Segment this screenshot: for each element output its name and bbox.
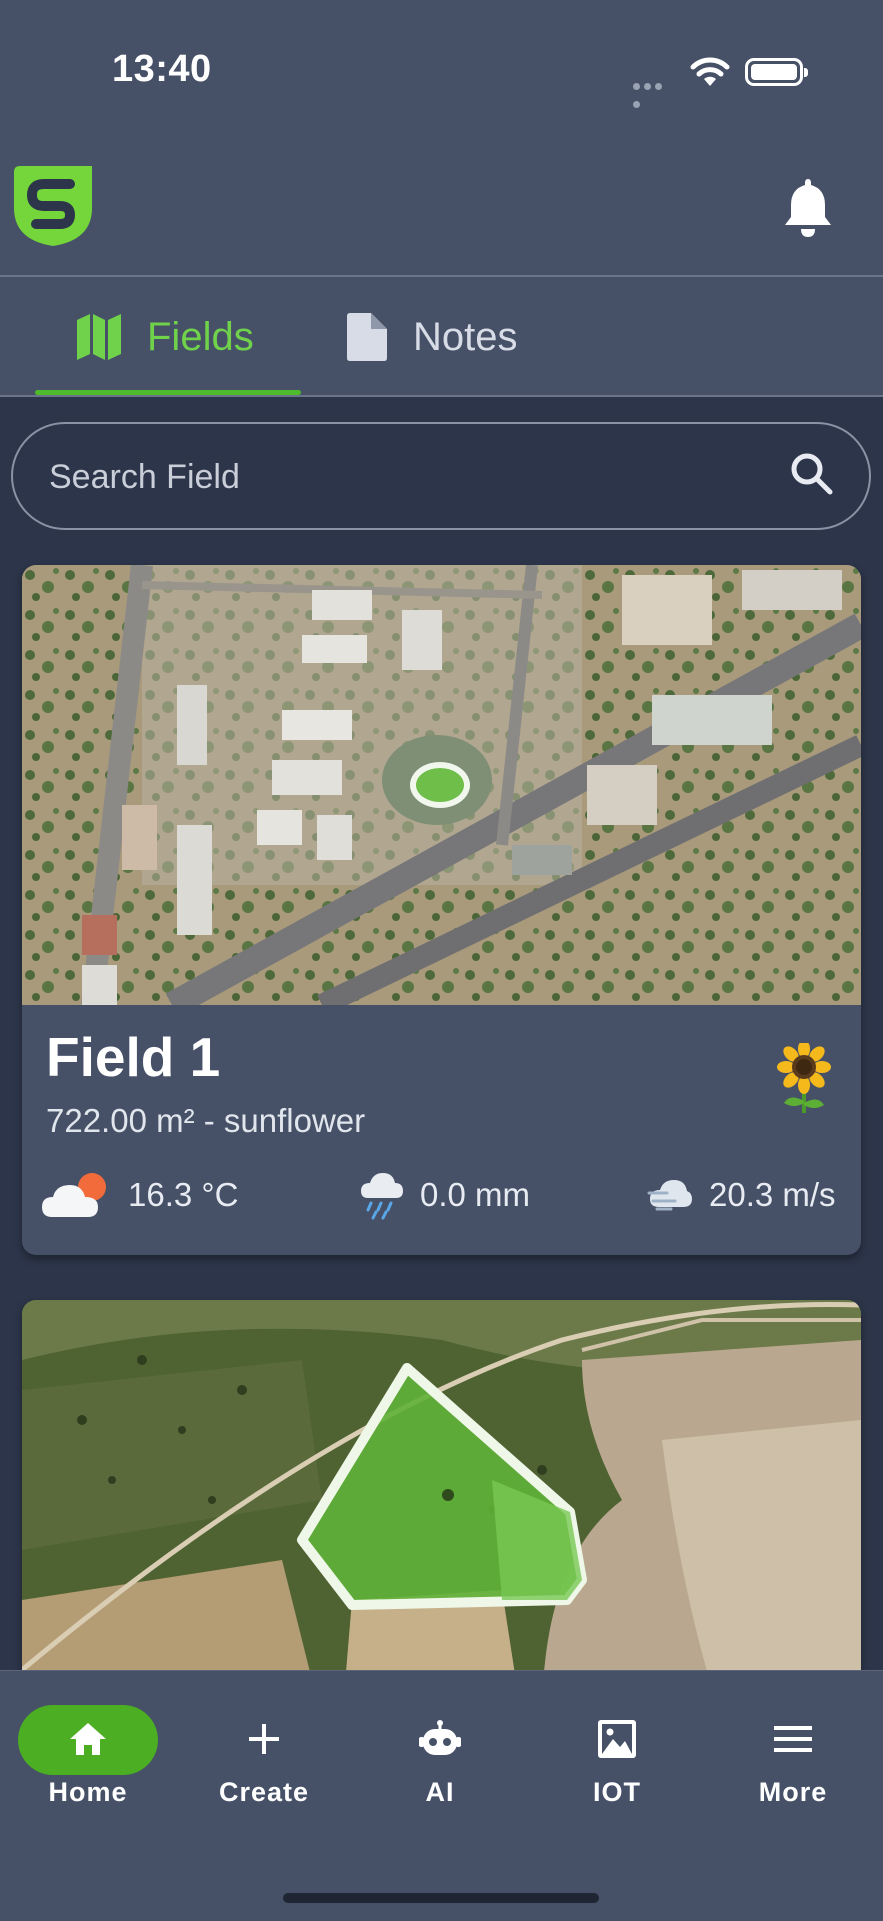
nav-create[interactable]: Create bbox=[184, 1695, 344, 1815]
nav-more[interactable]: More bbox=[713, 1695, 873, 1815]
app-logo-icon[interactable] bbox=[10, 162, 96, 248]
field-card[interactable]: Field 1 722.00 m² - sunflower 16.3 °C 0.… bbox=[22, 565, 861, 1255]
map-icon bbox=[77, 314, 121, 360]
search-bar bbox=[11, 422, 871, 530]
nav-home[interactable]: Home bbox=[8, 1695, 168, 1815]
partly-cloudy-icon bbox=[42, 1173, 106, 1217]
wind-icon bbox=[647, 1180, 692, 1211]
home-indicator bbox=[283, 1893, 599, 1903]
wifi-icon bbox=[690, 57, 730, 86]
temperature-value: 16.3 °C bbox=[128, 1176, 239, 1213]
sunflower-icon bbox=[777, 1043, 831, 1113]
nav-iot[interactable]: IOT bbox=[537, 1695, 697, 1815]
field-area-crop: 722.00 m² - sunflower bbox=[46, 1102, 366, 1139]
nav-create-label: Create bbox=[218, 1777, 310, 1807]
weather-temperature: 16.3 °C bbox=[40, 1165, 238, 1225]
field-satellite-map[interactable] bbox=[22, 1300, 861, 1720]
field-satellite-map[interactable] bbox=[22, 565, 861, 1005]
bottom-navigation: Home Create AI IOT More bbox=[0, 1670, 883, 1921]
nav-more-label: More bbox=[758, 1777, 828, 1807]
bell-icon[interactable] bbox=[780, 175, 836, 239]
document-icon bbox=[347, 313, 387, 361]
tab-fields-label: Fields bbox=[147, 314, 254, 359]
tab-bar: Fields Notes bbox=[0, 277, 883, 396]
image-icon bbox=[598, 1720, 636, 1758]
tab-notes[interactable]: Notes bbox=[343, 307, 518, 367]
rain-cloud-icon bbox=[361, 1173, 403, 1220]
tabs-divider bbox=[0, 395, 883, 397]
tab-notes-label: Notes bbox=[413, 314, 518, 359]
menu-icon bbox=[774, 1726, 812, 1752]
precipitation-value: 0.0 mm bbox=[420, 1176, 531, 1213]
top-bar: 13:40 bbox=[0, 0, 883, 276]
status-time: 13:40 bbox=[112, 48, 212, 90]
robot-icon bbox=[419, 1720, 461, 1755]
nav-ai[interactable]: AI bbox=[360, 1695, 520, 1815]
nav-home-label: Home bbox=[48, 1777, 128, 1807]
weather-wind: 20.3 m/s bbox=[647, 1165, 836, 1225]
battery-icon bbox=[745, 58, 808, 86]
search-input[interactable] bbox=[47, 424, 771, 530]
field-card[interactable] bbox=[22, 1300, 861, 1720]
field-name: Field 1 bbox=[46, 1026, 221, 1088]
search-icon[interactable] bbox=[788, 450, 836, 498]
tab-fields[interactable]: Fields bbox=[75, 307, 254, 367]
plus-icon bbox=[249, 1724, 279, 1754]
home-icon bbox=[70, 1723, 106, 1755]
weather-precipitation: 0.0 mm bbox=[360, 1165, 530, 1225]
cellular-signal-icon bbox=[633, 77, 675, 108]
nav-ai-label: AI bbox=[425, 1777, 455, 1807]
wind-value: 20.3 m/s bbox=[709, 1176, 836, 1213]
nav-iot-label: IOT bbox=[593, 1777, 641, 1807]
